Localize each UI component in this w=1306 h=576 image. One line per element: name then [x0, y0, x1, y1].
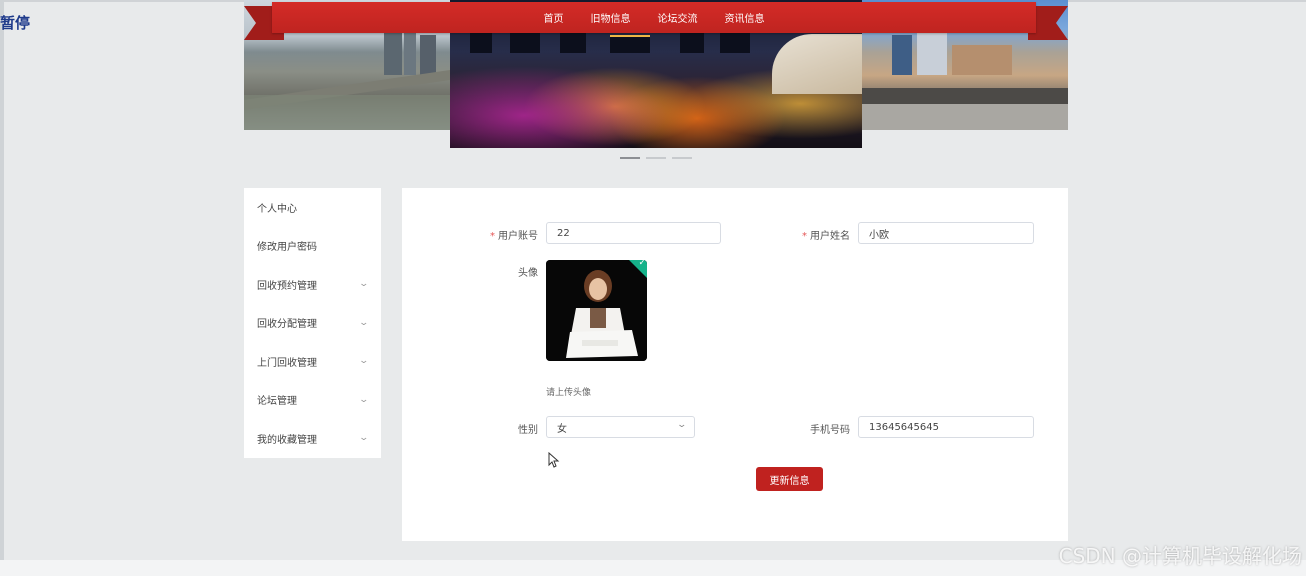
sidebar-item-label: 论坛管理 — [257, 396, 297, 408]
name-label-text: 用户姓名 — [810, 231, 850, 242]
required-mark: * — [802, 231, 807, 242]
name-label: * 用户姓名 — [770, 227, 850, 242]
sidebar-item-recycle-booking[interactable]: 回收预约管理 ⌄ — [244, 265, 381, 304]
watermark-text: CSDN @计算机毕设解化场 — [1058, 544, 1302, 568]
profile-form: * 用户账号 22 * 用户姓名 小欧 头像 ✓ 请上传头像 性别 女 ⌄ 手机号码… — [402, 188, 1068, 541]
gender-select[interactable]: 女 ⌄ — [546, 416, 695, 438]
sidebar-item-label: 回收预约管理 — [257, 280, 317, 292]
mouse-cursor-icon — [548, 452, 560, 468]
pause-overlay-label: 暂停 — [0, 14, 31, 32]
museum-roof — [772, 34, 862, 94]
carousel-dot[interactable] — [672, 157, 692, 159]
sidebar-item-label: 个人中心 — [257, 203, 297, 215]
chevron-down-icon: ⌄ — [358, 356, 370, 367]
carousel-dot[interactable] — [620, 157, 640, 159]
avatar-label: 头像 — [518, 268, 538, 279]
upload-tip: 请上传头像 — [546, 388, 592, 398]
building-silhouette — [510, 31, 540, 53]
name-field[interactable]: 小欧 — [858, 222, 1034, 244]
sidebar-item-forum-manage[interactable]: 论坛管理 ⌄ — [244, 381, 381, 420]
sidebar-item-label: 我的收藏管理 — [257, 434, 317, 446]
avatar-upload[interactable]: ✓ — [546, 260, 647, 361]
nav-forum[interactable]: 论坛交流 — [658, 10, 698, 25]
nav-used-items[interactable]: 旧物信息 — [591, 10, 631, 25]
phone-value: 13645645645 — [869, 421, 939, 433]
left-window-edge — [0, 0, 4, 576]
account-field[interactable]: 22 — [546, 222, 721, 244]
sidebar-item-recycle-assignment[interactable]: 回收分配管理 ⌄ — [244, 304, 381, 343]
nav-home[interactable]: 首页 — [544, 10, 564, 25]
sidebar-item-label: 上门回收管理 — [257, 357, 317, 369]
required-mark: * — [490, 231, 495, 242]
sidebar-item-label: 修改用户密码 — [257, 242, 317, 254]
phone-field[interactable]: 13645645645 — [858, 416, 1034, 438]
chevron-down-icon: ⌄ — [358, 317, 370, 328]
update-info-button[interactable]: 更新信息 — [756, 467, 823, 491]
account-value: 22 — [557, 227, 570, 239]
chevron-down-icon: ⌄ — [358, 279, 370, 290]
nav-news[interactable]: 资讯信息 — [725, 10, 765, 25]
phone-label: 手机号码 — [810, 425, 850, 436]
building-silhouette — [610, 35, 650, 53]
sidebar-item-label: 回收分配管理 — [257, 319, 317, 331]
sidebar-item-change-password[interactable]: 修改用户密码 — [244, 227, 381, 266]
sidebar-item-door-recycle[interactable]: 上门回收管理 ⌄ — [244, 342, 381, 381]
check-icon: ✓ — [638, 260, 646, 268]
main-nav: 首页 旧物信息 论坛交流 资讯信息 — [272, 2, 1036, 33]
gender-label: 性别 — [518, 425, 538, 436]
carousel-dot[interactable] — [646, 157, 666, 159]
carousel-indicators — [620, 157, 692, 159]
chevron-down-icon: ⌄ — [358, 394, 370, 405]
sidebar-item-personal-center[interactable]: 个人中心 — [244, 188, 381, 227]
sidebar-menu: 个人中心 修改用户密码 回收预约管理 ⌄ 回收分配管理 ⌄ 上门回收管理 ⌄ 论… — [244, 188, 381, 458]
chevron-down-icon: ⌄ — [358, 433, 370, 444]
account-label-text: 用户账号 — [498, 231, 538, 242]
name-value: 小欧 — [869, 229, 889, 241]
account-label: * 用户账号 — [458, 227, 538, 242]
sidebar-item-favorites[interactable]: 我的收藏管理 ⌄ — [244, 419, 381, 458]
gender-value: 女 — [557, 423, 567, 435]
chevron-down-icon: ⌄ — [676, 420, 688, 430]
